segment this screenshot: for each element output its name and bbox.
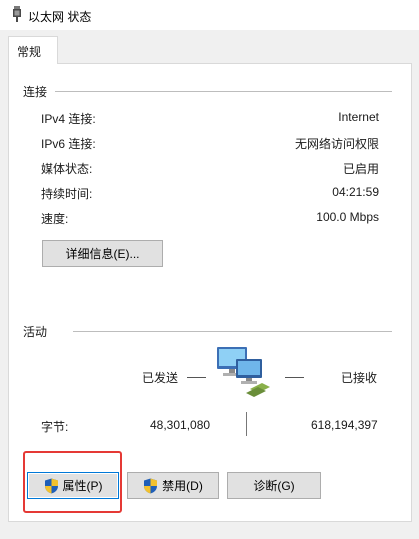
details-button[interactable]: 详细信息(E)... (42, 240, 163, 267)
bytes-sent-value: 48,301,080 (150, 418, 211, 432)
tab-general[interactable]: 常规 (8, 36, 58, 64)
bytes-received-value: 618,194,397 (311, 418, 378, 432)
ipv4-value: Internet (338, 110, 379, 124)
bytes-label: 字节: (41, 420, 69, 434)
network-adapter-icon (13, 6, 21, 22)
highlight-box (23, 451, 122, 513)
disable-button[interactable]: 禁用(D) (127, 472, 219, 499)
window-title: 以太网 状态 (28, 10, 92, 24)
ipv4-label: IPv4 连接: (41, 112, 96, 126)
speed-value: 100.0 Mbps (316, 210, 379, 224)
network-computers-icon (217, 347, 270, 397)
window-frame-bottom (0, 522, 419, 539)
received-label: 已接收 (341, 371, 378, 385)
received-dash (285, 377, 304, 378)
bytes-separator (246, 412, 247, 436)
disable-button-label: 禁用(D) (162, 479, 203, 493)
connection-section-label: 连接 (23, 85, 48, 99)
media-state-label: 媒体状态: (41, 162, 93, 176)
duration-label: 持续时间: (41, 187, 93, 201)
sent-dash (187, 377, 206, 378)
title-bar: 以太网 状态 (0, 0, 419, 30)
speed-label: 速度: (41, 212, 69, 226)
sent-label: 已发送 (142, 371, 179, 385)
diagnose-button[interactable]: 诊断(G) (227, 472, 321, 499)
duration-value: 04:21:59 (332, 185, 379, 199)
activity-section-divider (73, 331, 392, 332)
ipv6-value: 无网络访问权限 (294, 137, 379, 151)
activity-section-label: 活动 (23, 325, 48, 339)
tab-general-label: 常规 (17, 45, 42, 59)
uac-shield-icon (144, 478, 158, 493)
tab-strip (0, 30, 419, 64)
connection-section-divider (55, 91, 392, 92)
window-frame-right (412, 30, 419, 539)
window-frame-left (0, 30, 8, 539)
media-state-value: 已启用 (342, 162, 379, 176)
ipv6-label: IPv6 连接: (41, 137, 96, 151)
